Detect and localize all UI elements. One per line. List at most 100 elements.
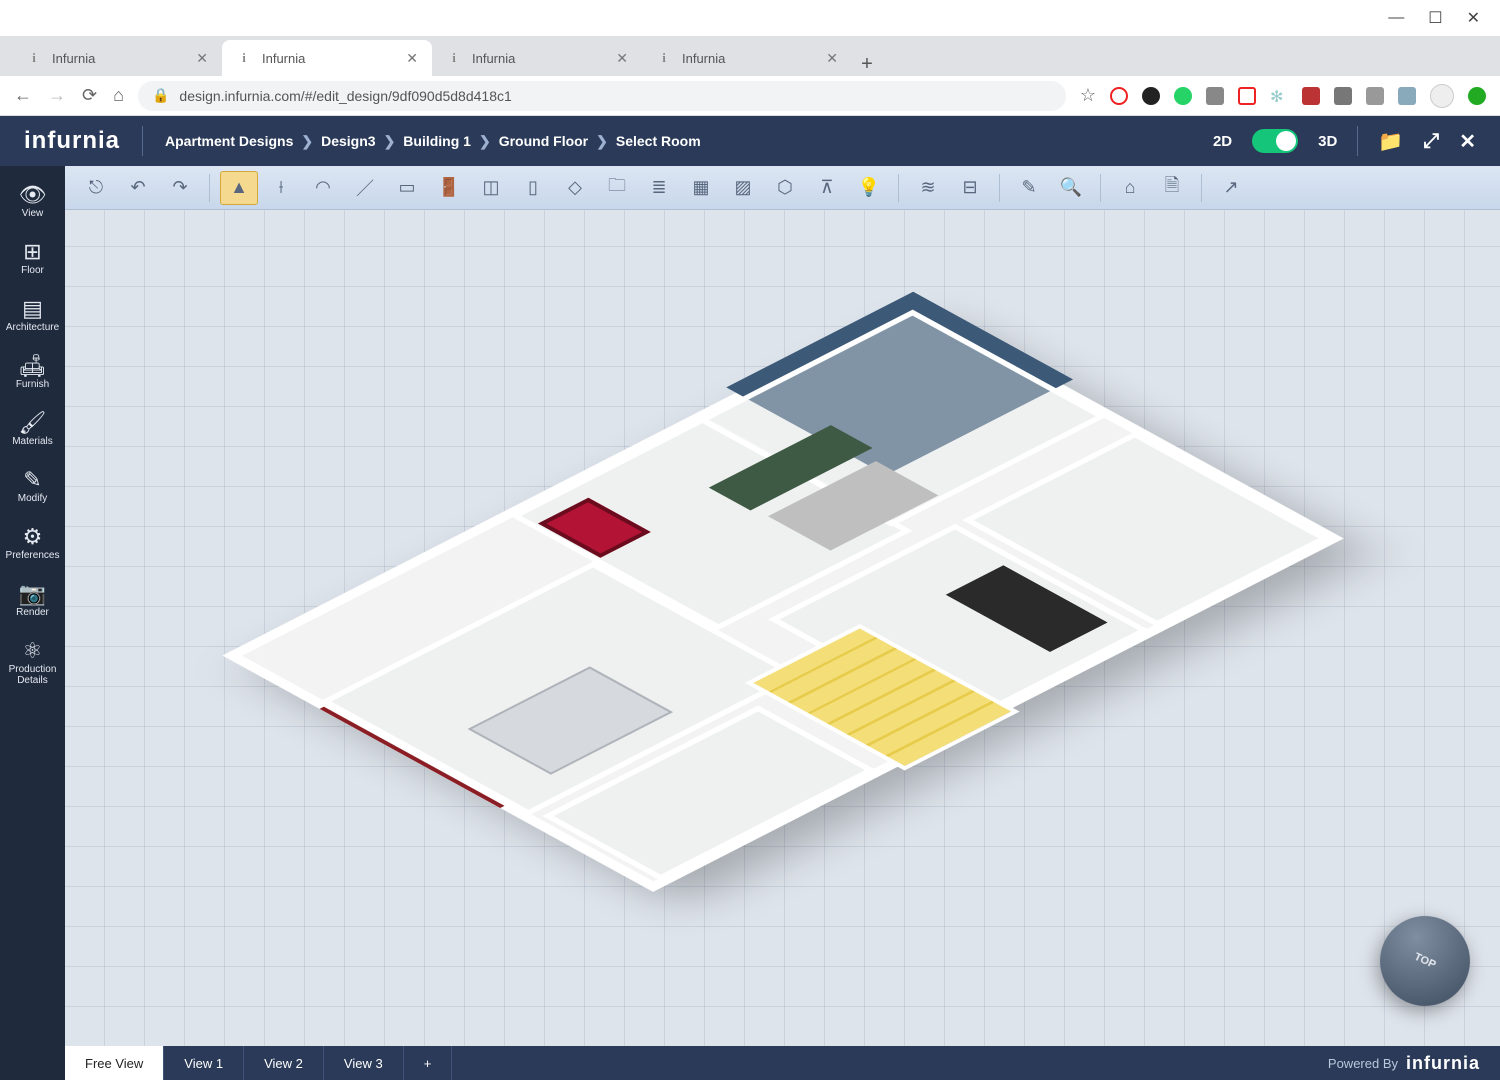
view-tab[interactable]: View 3	[324, 1046, 404, 1080]
tool-rect[interactable]: ▭	[388, 171, 426, 205]
architecture-icon: ▤	[2, 296, 63, 322]
ext-snow-icon[interactable]: ✻	[1270, 87, 1288, 105]
app-logo[interactable]: infurnia	[24, 127, 120, 155]
sidebar-item-render[interactable]: 📷 Render	[0, 573, 65, 626]
sidebar-item-furnish[interactable]: 🛋 Furnish	[0, 345, 65, 398]
window-minimize[interactable]: —	[1388, 9, 1404, 27]
tab-close-icon[interactable]: ✕	[616, 50, 628, 67]
ext-whatsapp-icon[interactable]	[1174, 87, 1192, 105]
view-2d-label[interactable]: 2D	[1213, 133, 1232, 150]
tool-slab[interactable]: ◇	[556, 171, 594, 205]
layers-icon: ≋	[920, 177, 935, 198]
sidebar-item-view[interactable]: 👁 View	[0, 174, 65, 227]
nav-back-icon[interactable]: ←	[14, 85, 32, 106]
breadcrumb-item[interactable]: Apartment Designs	[165, 133, 293, 149]
breadcrumb-item[interactable]: Select Room	[616, 133, 701, 149]
toolbar-separator	[999, 174, 1000, 202]
tab-title: Infurnia	[262, 51, 396, 66]
house-icon: ⌂	[1125, 177, 1136, 198]
tool-export[interactable]: 🗎	[1153, 171, 1191, 205]
sidebar-item-label: Production Details	[2, 664, 63, 686]
ext-red-box-icon[interactable]	[1238, 87, 1256, 105]
sidebar-item-label: View	[2, 208, 63, 219]
sidebar-item-production-details[interactable]: ⚛ Production Details	[0, 630, 65, 694]
ext-mail-icon[interactable]	[1398, 87, 1416, 105]
window-close[interactable]: ✕	[1467, 8, 1480, 28]
2d-3d-toggle[interactable]	[1252, 129, 1298, 153]
ext-pdf-icon[interactable]	[1302, 87, 1320, 105]
modify-icon: ✎	[2, 467, 63, 493]
ext-opera-icon[interactable]	[1110, 87, 1128, 105]
floor-plan-3d[interactable]	[222, 302, 1343, 892]
tool-branch[interactable]: ⎋	[77, 171, 115, 205]
view-tab[interactable]: View 2	[244, 1046, 324, 1080]
sidebar-item-floor[interactable]: ⊞ Floor	[0, 231, 65, 284]
sidebar-item-architecture[interactable]: ▤ Architecture	[0, 288, 65, 341]
window-maximize[interactable]: ☐	[1428, 8, 1442, 28]
url-field[interactable]: 🔒 design.infurnia.com/#/edit_design/9df0…	[138, 81, 1066, 111]
tool-ruler[interactable]: ⟊	[262, 171, 300, 205]
tool-pencil[interactable]: ✎	[1010, 171, 1048, 205]
tool-share[interactable]: ↗	[1212, 171, 1250, 205]
tool-layers[interactable]: ≋	[909, 171, 947, 205]
tool-align[interactable]: ⊟	[951, 171, 989, 205]
tab-close-icon[interactable]: ✕	[406, 50, 418, 67]
tool-undo[interactable]: ↶	[119, 171, 157, 205]
chevron-right-icon: ❯	[479, 133, 491, 150]
add-view-button[interactable]: +	[404, 1046, 453, 1080]
tool-magnify[interactable]: 🔍	[1052, 171, 1090, 205]
breadcrumb-item[interactable]: Ground Floor	[499, 133, 588, 149]
tool-column[interactable]: ▯	[514, 171, 552, 205]
view-3d-label[interactable]: 3D	[1318, 133, 1337, 150]
view-tab[interactable]: Free View	[65, 1046, 164, 1080]
tool-light-fixture[interactable]: ⊼	[808, 171, 846, 205]
browser-tab[interactable]: i Infurnia ✕	[222, 40, 432, 76]
production-details-icon: ⚛	[2, 638, 63, 664]
tool-line[interactable]: ／	[346, 171, 384, 205]
new-tab-button[interactable]: +	[852, 53, 882, 76]
tab-title: Infurnia	[472, 51, 606, 66]
nav-forward-icon[interactable]: →	[48, 85, 66, 106]
arc-icon: ◠	[315, 177, 331, 198]
orientation-compass[interactable]: TOP	[1365, 901, 1485, 1021]
ext-green-icon[interactable]	[1468, 87, 1486, 105]
tool-bulb[interactable]: 💡	[850, 171, 888, 205]
tool-hatch[interactable]: ▨	[724, 171, 762, 205]
tab-close-icon[interactable]: ✕	[826, 50, 838, 67]
sidebar-item-modify[interactable]: ✎ Modify	[0, 459, 65, 512]
profile-avatar-icon[interactable]	[1430, 84, 1454, 108]
sidebar-item-materials[interactable]: 🖌 Materials	[0, 402, 65, 455]
ext-grey-icon[interactable]	[1206, 87, 1224, 105]
tool-arc[interactable]: ◠	[304, 171, 342, 205]
folder-icon[interactable]: 📁	[1378, 129, 1403, 154]
tool-door[interactable]: 🚪	[430, 171, 468, 205]
tool-redo[interactable]: ↷	[161, 171, 199, 205]
tool-grid[interactable]: ▦	[682, 171, 720, 205]
sidebar-item-preferences[interactable]: ⚙ Preferences	[0, 516, 65, 569]
browser-tab[interactable]: i Infurnia ✕	[642, 40, 852, 76]
view-tab[interactable]: View 1	[164, 1046, 244, 1080]
close-design-icon[interactable]: ✕	[1459, 129, 1476, 154]
tool-house[interactable]: ⌂	[1111, 171, 1149, 205]
nav-home-icon[interactable]: ⌂	[113, 85, 124, 106]
bookmark-star-icon[interactable]: ☆	[1080, 85, 1096, 106]
ext-dark-icon[interactable]	[1142, 87, 1160, 105]
tool-roof[interactable]: ⬡	[766, 171, 804, 205]
tab-favicon: i	[26, 50, 42, 66]
tab-close-icon[interactable]: ✕	[196, 50, 208, 67]
nav-reload-icon[interactable]: ⟳	[82, 85, 97, 106]
tool-folder[interactable]: 🗀	[598, 171, 636, 205]
browser-tab[interactable]: i Infurnia ✕	[12, 40, 222, 76]
browser-tab[interactable]: i Infurnia ✕	[432, 40, 642, 76]
breadcrumb-item[interactable]: Building 1	[403, 133, 471, 149]
magnify-icon: 🔍	[1060, 177, 1082, 198]
design-canvas[interactable]: TOP	[65, 210, 1500, 1046]
tool-cursor[interactable]: ▲	[220, 171, 258, 205]
fullscreen-icon[interactable]: ⤢	[1423, 130, 1439, 153]
tool-window[interactable]: ◫	[472, 171, 510, 205]
ext-drive-icon[interactable]	[1366, 87, 1384, 105]
ext-g-icon[interactable]	[1334, 87, 1352, 105]
tool-stairs[interactable]: ≣	[640, 171, 678, 205]
breadcrumb-item[interactable]: Design3	[321, 133, 375, 149]
stairs-icon: ≣	[651, 177, 666, 198]
